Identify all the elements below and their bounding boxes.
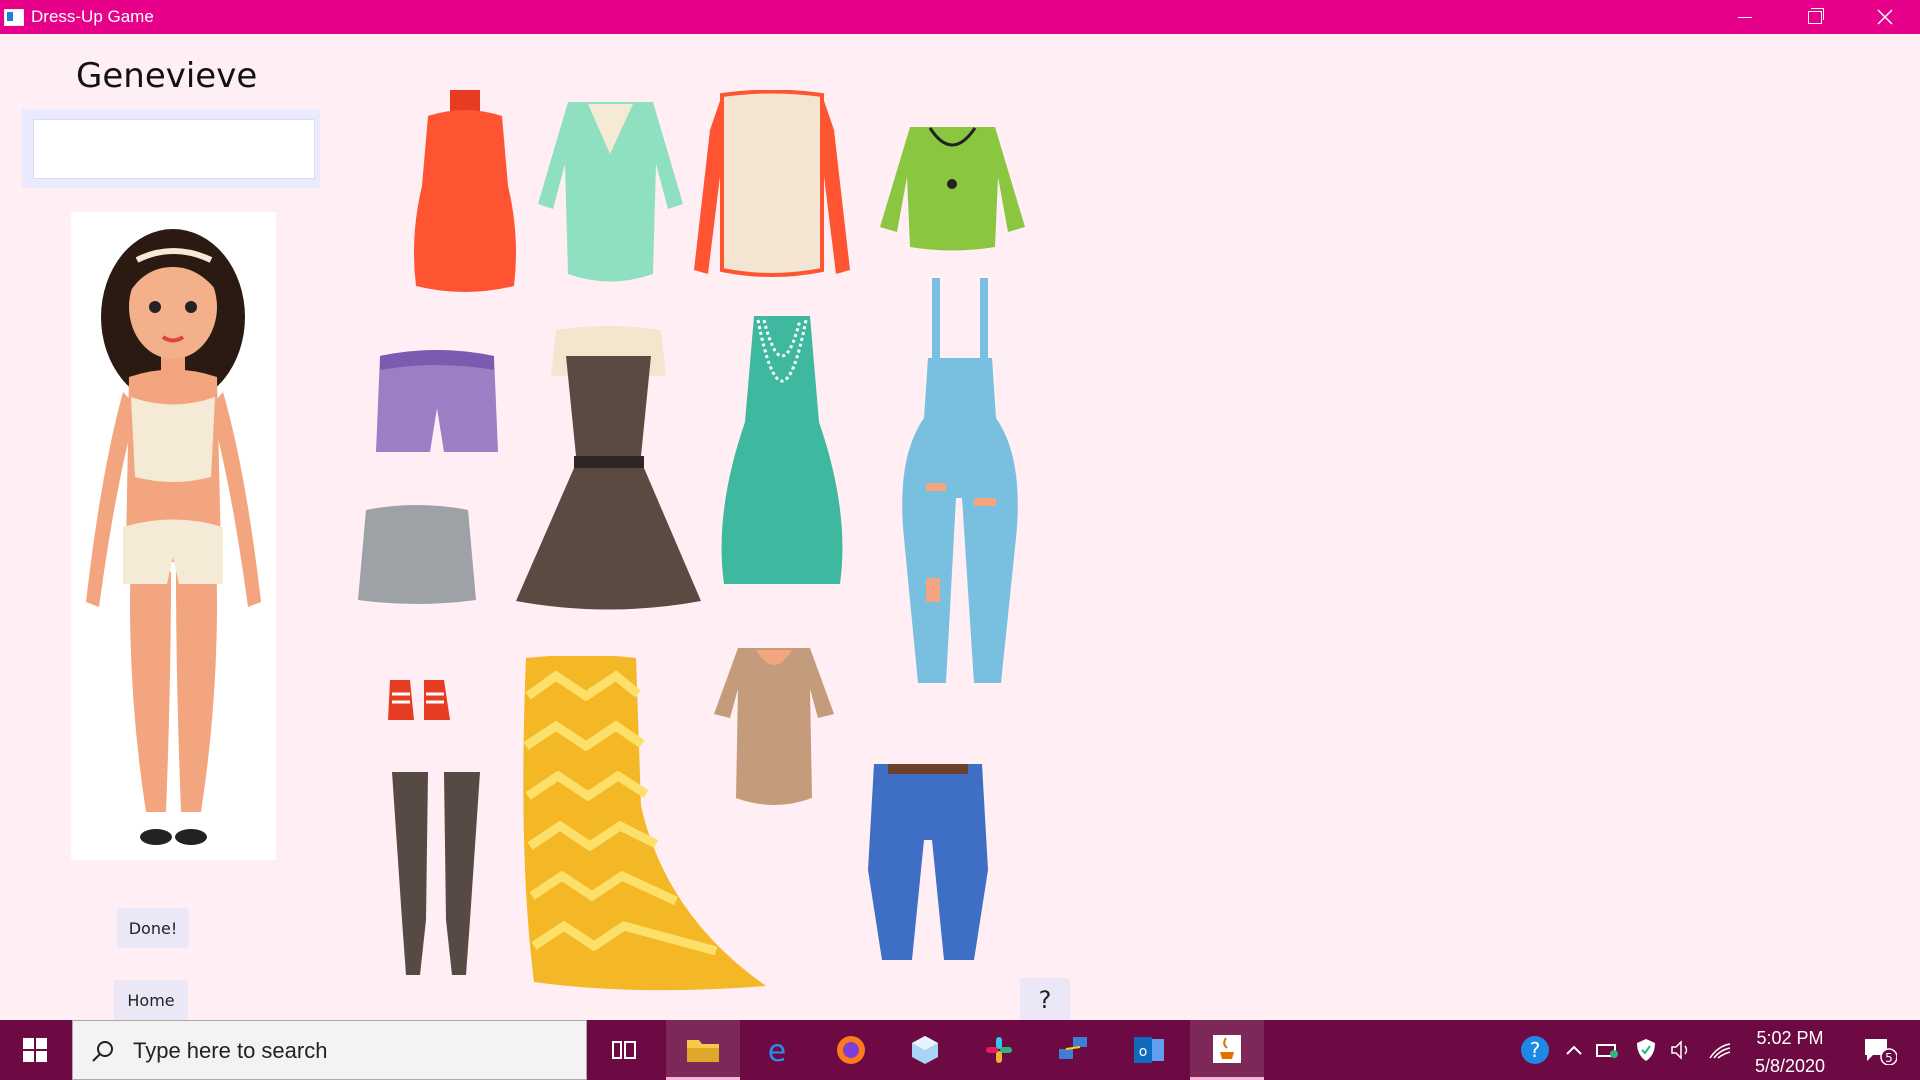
minimize-icon [1738,16,1752,18]
window-title: Dress-Up Game [31,7,154,26]
clock-time: 5:02 PM [1756,1028,1824,1048]
blue-ripped-overalls[interactable] [896,278,1024,688]
mint-vneck-top[interactable] [538,94,683,284]
brown-cream-dress[interactable] [516,326,701,612]
help-circle-icon: ? [1521,1036,1549,1064]
cream-red-sleeve-top[interactable] [692,90,852,285]
action-center-button[interactable]: 5 [1850,1020,1910,1080]
purple-shorts[interactable] [374,348,500,456]
network-computers-icon [1059,1037,1087,1059]
help-button[interactable]: ? [1020,978,1070,1022]
notification-icon: 5 [1865,1039,1897,1065]
wifi-icon [1709,1043,1731,1059]
edge-button[interactable]: e [740,1020,814,1080]
file-explorer-button[interactable] [666,1020,740,1080]
title-bar: Dress-Up Game [0,0,1920,34]
minimize-button[interactable] [1710,0,1780,34]
speaker-icon [1671,1040,1688,1060]
java-app-button[interactable] [1190,1020,1264,1080]
green-crop-top-necklace[interactable] [880,122,1025,252]
blue-jeans[interactable] [866,760,990,966]
firefox-icon [837,1036,865,1064]
name-input-frame [22,109,320,188]
outlook-icon: o [1134,1037,1164,1063]
svg-text:?: ? [1530,1038,1541,1062]
notification-count: 5 [1885,1051,1893,1065]
battery-tray[interactable] [1590,1020,1626,1080]
start-button[interactable] [0,1020,70,1080]
svg-text:e: e [768,1035,786,1065]
shield-icon [1637,1039,1655,1061]
network-app-button[interactable] [1036,1020,1110,1080]
security-tray[interactable] [1628,1020,1664,1080]
chevron-up-icon [1566,1045,1582,1055]
red-sleeveless-top[interactable] [410,86,520,296]
doll-panel [71,212,276,860]
taskbar-search[interactable]: Type here to search [72,1020,587,1080]
search-placeholder: Type here to search [133,1038,328,1063]
taskbar-clock[interactable]: 5:02 PM 5/8/2020 [1735,1024,1845,1080]
battery-icon [1596,1044,1618,1058]
task-view-button[interactable] [587,1020,661,1080]
volume-tray[interactable] [1664,1020,1700,1080]
folder-icon [687,1039,719,1062]
show-hidden-icons-button[interactable] [1560,1020,1588,1080]
app-icon [4,9,24,26]
clock-date: 5/8/2020 [1754,1056,1826,1076]
search-icon [92,1041,113,1062]
outlook-button[interactable]: o [1112,1020,1186,1080]
svg-text:o: o [1139,1044,1148,1060]
taskbar: Type here to search e o ? 5:02 PM 5/8/20… [0,1020,1920,1080]
home-button[interactable]: Home [114,980,188,1020]
task-view-icon [612,1041,636,1059]
java-icon [1213,1034,1241,1063]
help-tray-button[interactable]: ? [1510,1020,1560,1080]
close-button[interactable] [1850,0,1920,34]
dark-knee-boots[interactable] [390,770,482,980]
gray-skirt[interactable] [356,502,478,604]
firefox-button[interactable] [814,1020,888,1080]
tan-tshirt[interactable] [714,644,834,808]
character-name: Genevieve [76,56,258,96]
close-icon [1877,9,1893,25]
done-button[interactable]: Done! [117,908,189,948]
doll-figure [86,229,261,845]
name-input[interactable] [33,119,315,179]
edge-icon: e [768,1035,786,1065]
wifi-tray[interactable] [1702,1020,1738,1080]
red-sneakers[interactable] [384,670,454,726]
cube-icon [912,1036,938,1064]
windows-icon [23,1038,47,1062]
restore-icon [1808,7,1824,24]
3d-viewer-button[interactable] [888,1020,962,1080]
teal-dress-pearls[interactable] [714,312,850,588]
slack-button[interactable] [962,1020,1036,1080]
slack-icon [986,1037,1012,1063]
restore-button[interactable] [1780,0,1850,34]
